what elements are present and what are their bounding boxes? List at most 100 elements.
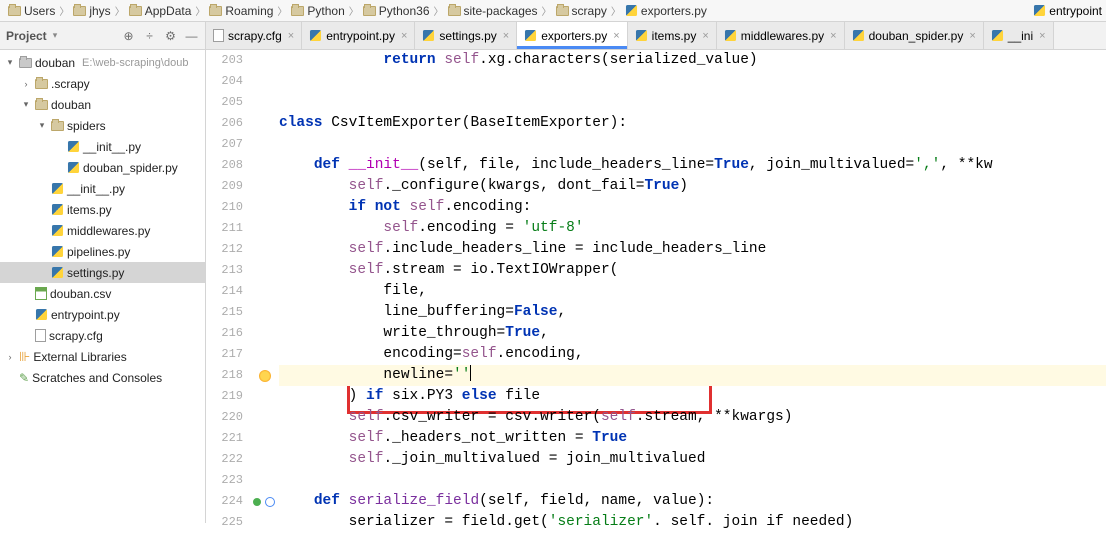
tree-row[interactable]: middlewares.py	[0, 220, 205, 241]
gutter-cell	[251, 50, 279, 71]
gutter-cell	[251, 281, 279, 302]
tree-row[interactable]: ›.scrapy	[0, 73, 205, 94]
code-line[interactable]: self.stream = io.TextIOWrapper(	[279, 260, 1106, 281]
intention-bulb-icon[interactable]	[259, 370, 271, 382]
crumb-file[interactable]: exporters.py	[621, 4, 711, 18]
tree-row[interactable]: ▾spiders	[0, 115, 205, 136]
close-icon[interactable]: ×	[503, 30, 509, 42]
editor-tab[interactable]: exporters.py×	[517, 22, 627, 49]
line-number: 212	[206, 239, 251, 260]
code-line[interactable]: if not self.encoding:	[279, 197, 1106, 218]
code-line[interactable]: ) if six.PY3 else file	[279, 386, 1106, 407]
crumb[interactable]: scrapy	[552, 4, 611, 18]
close-icon[interactable]: ×	[702, 30, 708, 42]
tree-row[interactable]: douban.csv	[0, 283, 205, 304]
dropdown-icon[interactable]: ▾	[53, 30, 58, 41]
code-line[interactable]: file,	[279, 281, 1106, 302]
scratch-icon: ✎	[19, 371, 29, 385]
code-editor[interactable]: 2032042052062072082092102112122132142152…	[206, 50, 1106, 523]
tree-row[interactable]: items.py	[0, 199, 205, 220]
twisty-icon[interactable]: ▾	[36, 120, 48, 131]
tab-label: douban_spider.py	[869, 29, 964, 43]
code-line[interactable]: encoding=self.encoding,	[279, 344, 1106, 365]
gutter-cell	[251, 197, 279, 218]
code-line[interactable]: def serialize_field(self, field, name, v…	[279, 491, 1106, 512]
collapse-icon[interactable]: ÷	[142, 28, 157, 43]
close-icon[interactable]: ×	[613, 30, 619, 42]
editor-tab[interactable]: douban_spider.py ×	[845, 22, 984, 49]
gutter-cell	[251, 470, 279, 491]
tree-row[interactable]: __init__.py	[0, 136, 205, 157]
gutter-cell	[251, 218, 279, 239]
editor-tab[interactable]: __ini×	[984, 22, 1054, 49]
tree-row[interactable]: ▾douban	[0, 94, 205, 115]
code-line[interactable]: self.csv_writer = csv.writer(self.stream…	[279, 407, 1106, 428]
gear-icon[interactable]: ⚙	[163, 28, 178, 43]
tree-row[interactable]: ▾doubanE:\web-scraping\doub	[0, 52, 205, 73]
crumb[interactable]: Roaming	[205, 4, 277, 18]
file-icon	[213, 29, 224, 42]
twisty-icon[interactable]: ▾	[20, 99, 32, 110]
close-icon[interactable]: ×	[401, 30, 407, 42]
close-icon[interactable]: ×	[830, 30, 836, 42]
tree-label: middlewares.py	[67, 224, 150, 238]
override-marker-icon[interactable]	[253, 498, 261, 506]
tree-row[interactable]: pipelines.py	[0, 241, 205, 262]
editor-tab[interactable]: scrapy.cfg×	[206, 22, 302, 49]
gutter-cell	[251, 302, 279, 323]
editor-tab[interactable]: settings.py×	[415, 22, 517, 49]
code-line[interactable]: def __init__(self, file, include_headers…	[279, 155, 1106, 176]
crumb[interactable]: Python36	[359, 4, 434, 18]
code-line[interactable]: self._join_multivalued = join_multivalue…	[279, 449, 1106, 470]
close-icon[interactable]: ×	[1039, 30, 1045, 42]
close-icon[interactable]: ×	[969, 30, 975, 42]
twisty-icon[interactable]: ›	[4, 352, 16, 362]
line-number: 223	[206, 470, 251, 491]
code-line[interactable]: write_through=True,	[279, 323, 1106, 344]
line-number: 205	[206, 92, 251, 113]
file-icon	[35, 329, 46, 342]
close-icon[interactable]: ×	[288, 30, 294, 42]
twisty-icon[interactable]: ›	[20, 79, 32, 89]
crumb[interactable]: jhys	[69, 4, 114, 18]
line-number: 219	[206, 386, 251, 407]
python-icon	[35, 308, 48, 321]
target-icon[interactable]: ⊕	[121, 28, 136, 43]
editor-tab[interactable]: middlewares.py×	[717, 22, 845, 49]
tree-row[interactable]: douban_spider.py	[0, 157, 205, 178]
python-icon	[67, 161, 80, 174]
tree-row[interactable]: ›⊪External Libraries	[0, 346, 205, 367]
crumb[interactable]: AppData	[125, 4, 196, 18]
code-line[interactable]	[279, 92, 1106, 113]
code-line[interactable]: line_buffering=False,	[279, 302, 1106, 323]
tree-label: Scratches and Consoles	[32, 371, 162, 385]
code-line[interactable]	[279, 71, 1106, 92]
gutter-cell	[251, 449, 279, 470]
code-line[interactable]: newline=''	[279, 365, 1106, 386]
gutter-cell	[251, 92, 279, 113]
crumb[interactable]: site-packages	[444, 4, 542, 18]
code-line[interactable]	[279, 470, 1106, 491]
line-number: 211	[206, 218, 251, 239]
tree-label: pipelines.py	[67, 245, 130, 259]
tree-row[interactable]: scrapy.cfg	[0, 325, 205, 346]
code-line[interactable]: return self.xg.characters(serialized_val…	[279, 50, 1106, 71]
gutter-cell	[251, 176, 279, 197]
tree-row[interactable]: entrypoint.py	[0, 304, 205, 325]
hide-icon[interactable]: —	[184, 28, 199, 43]
code-line[interactable]: self.encoding = 'utf-8'	[279, 218, 1106, 239]
tree-row[interactable]: ✎Scratches and Consoles	[0, 367, 205, 388]
twisty-icon[interactable]: ▾	[4, 57, 16, 68]
crumb[interactable]: Users	[4, 4, 59, 18]
gutter-cell	[251, 155, 279, 176]
code-line[interactable]: class CsvItemExporter(BaseItemExporter):	[279, 113, 1106, 134]
code-line[interactable]: self._configure(kwargs, dont_fail=True)	[279, 176, 1106, 197]
code-line[interactable]: self._headers_not_written = True	[279, 428, 1106, 449]
code-line[interactable]	[279, 134, 1106, 155]
tree-row[interactable]: settings.py	[0, 262, 205, 283]
tree-row[interactable]: __init__.py	[0, 178, 205, 199]
crumb[interactable]: Python	[287, 4, 348, 18]
editor-tab[interactable]: items.py×	[628, 22, 717, 49]
code-line[interactable]: self.include_headers_line = include_head…	[279, 239, 1106, 260]
editor-tab[interactable]: entrypoint.py×	[302, 22, 415, 49]
